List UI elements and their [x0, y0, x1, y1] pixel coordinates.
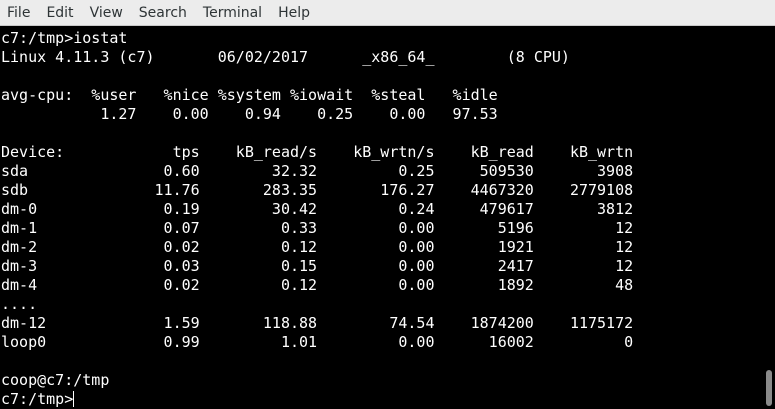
- device-row: loop0 0.99 1.01 0.00 16002 0: [1, 333, 634, 351]
- user-host-line: coop@c7:/tmp: [1, 371, 110, 389]
- text-cursor: [73, 391, 75, 407]
- ellipsis-line: ....: [1, 295, 38, 313]
- device-row: dm-3 0.03 0.15 0.00 2417 12: [1, 257, 634, 275]
- scrollbar[interactable]: [762, 26, 775, 409]
- terminal-lines: c7:/tmp>iostat Linux 4.11.3 (c7) 06/02/20…: [1, 29, 633, 409]
- device-row: dm-0 0.19 30.42 0.24 479617 3812: [1, 200, 634, 218]
- cpu-header-line: avg-cpu: %user %nice %system %iowait %st…: [1, 86, 498, 104]
- terminal-window: File Edit View Search Terminal Help c7:/…: [0, 0, 775, 409]
- menu-file[interactable]: File: [0, 0, 38, 26]
- device-row: dm-4 0.02 0.12 0.00 1892 48: [1, 276, 634, 294]
- menubar: File Edit View Search Terminal Help: [0, 0, 775, 26]
- menu-help[interactable]: Help: [270, 0, 318, 26]
- menu-edit[interactable]: Edit: [38, 0, 81, 26]
- device-row: sda 0.60 32.32 0.25 509530 3908: [1, 162, 634, 180]
- scrollbar-thumb[interactable]: [766, 370, 772, 406]
- device-row: dm-1 0.07 0.33 0.00 5196 12: [1, 219, 634, 237]
- terminal-output[interactable]: c7:/tmp>iostat Linux 4.11.3 (c7) 06/02/20…: [0, 26, 762, 409]
- prompt-line[interactable]: c7:/tmp>: [1, 390, 633, 409]
- command-line: c7:/tmp>iostat: [1, 29, 128, 47]
- shell-prompt: c7:/tmp>: [1, 390, 74, 408]
- device-row: sdb 11.76 283.35 176.27 4467320 2779108: [1, 181, 634, 199]
- menu-terminal[interactable]: Terminal: [195, 0, 270, 26]
- device-row: dm-12 1.59 118.88 74.54 1874200 1175172: [1, 314, 634, 332]
- sysinfo-line: Linux 4.11.3 (c7) 06/02/2017 _x86_64_ (8…: [1, 48, 570, 66]
- menu-search[interactable]: Search: [131, 0, 195, 26]
- device-header-line: Device: tps kB_read/s kB_wrtn/s kB_read …: [1, 143, 634, 161]
- device-row: dm-2 0.02 0.12 0.00 1921 12: [1, 238, 634, 256]
- menu-view[interactable]: View: [82, 0, 131, 26]
- cpu-values-line: 1.27 0.00 0.94 0.25 0.00 97.53: [1, 105, 498, 123]
